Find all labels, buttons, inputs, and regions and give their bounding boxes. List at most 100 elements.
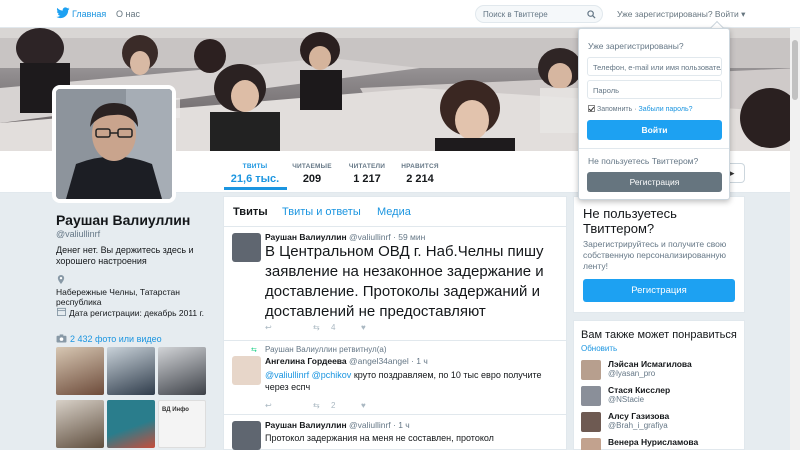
login-link[interactable]: Уже зарегистрированы? Войти ▾: [617, 9, 745, 20]
tweet-avatar[interactable]: [232, 356, 261, 385]
photo-thumb[interactable]: [107, 347, 155, 395]
search-input[interactable]: Поиск в Твиттере: [475, 5, 603, 23]
profile-avatar[interactable]: [52, 85, 176, 203]
register-button[interactable]: Регистрация: [587, 172, 722, 192]
location-icon: [57, 275, 65, 284]
search-icon[interactable]: [587, 10, 596, 19]
tweet-actions: ↩ ⇆ 2 ♥: [265, 401, 415, 411]
photo-thumb[interactable]: [56, 400, 104, 448]
like-icon[interactable]: ♥: [361, 401, 366, 410]
tab-tweets-replies[interactable]: Твиты и ответы: [282, 206, 361, 218]
tweet-author-name[interactable]: Ангелина Гордеева: [265, 356, 347, 366]
forgot-password-link[interactable]: Забыли пароль?: [638, 106, 692, 113]
tweet-meta[interactable]: @valiullinrf · 1 ч: [349, 420, 410, 430]
avatar-photo: [56, 89, 172, 199]
suggested-user[interactable]: Стася Кисслер @NStacie: [581, 385, 741, 411]
who-to-follow-title: Вам также может понравиться: [581, 329, 737, 341]
tweet-avatar[interactable]: [232, 421, 261, 450]
nav-home-link[interactable]: Главная: [72, 9, 106, 19]
stat-followers[interactable]: ЧИТАТЕЛИ 1 217: [346, 163, 388, 185]
tab-tweets[interactable]: Твиты: [233, 206, 268, 218]
scrollbar-thumb[interactable]: [792, 40, 798, 100]
stat-tweets[interactable]: ТВИТЫ 21,6 тыс.: [230, 163, 280, 185]
refresh-link[interactable]: Обновить: [581, 344, 617, 353]
tweet-avatar[interactable]: [232, 233, 261, 262]
active-stat-underline: [224, 187, 287, 190]
stat-following[interactable]: ЧИТАЕМЫЕ 209: [290, 163, 334, 185]
like-icon[interactable]: ♥: [361, 323, 366, 332]
stat-followers-label: ЧИТАТЕЛИ: [348, 163, 386, 170]
stat-following-label: ЧИТАЕМЫЕ: [292, 163, 332, 170]
username-field[interactable]: Телефон, e-mail или имя пользователя: [587, 57, 722, 76]
photos-videos-link[interactable]: 2 432 фото или видео: [70, 334, 162, 344]
stat-following-value: 209: [302, 173, 322, 185]
photo-thumb-caption: ВД Инфо: [162, 407, 189, 413]
retweet-note[interactable]: Раушан Валиуллин ретвитнул(а): [265, 345, 387, 354]
retweet-count: 4: [331, 323, 336, 332]
signup-button[interactable]: Регистрация: [583, 279, 735, 302]
stat-followers-value: 1 217: [353, 173, 381, 185]
tweet-text-block: @valiullinrf @pchikov круто поздравляем,…: [265, 369, 555, 393]
remember-checkbox[interactable]: [588, 105, 595, 112]
retweet-icon[interactable]: ⇆: [313, 323, 320, 332]
search-placeholder: Поиск в Твиттере: [483, 10, 548, 19]
login-dropdown: Уже зарегистрированы? Телефон, e-mail ил…: [578, 28, 730, 200]
tweet-header: Ангелина Гордеева @angel34angel · 1 ч: [265, 356, 428, 366]
tweet-author-name[interactable]: Раушан Валиуллин: [265, 420, 347, 430]
login-dropdown-title: Уже зарегистрированы?: [588, 41, 684, 51]
nav-about-link[interactable]: О нас: [116, 9, 140, 19]
tweet[interactable]: ⇆ Раушан Валиуллин ретвитнул(а) Ангелина…: [224, 341, 566, 415]
tab-media[interactable]: Медиа: [377, 206, 411, 218]
retweet-count: 2: [331, 401, 336, 410]
remember-row: Запомнить · Забыли пароль?: [588, 105, 693, 113]
profile-location: Набережные Челны, Татарстан республика: [56, 287, 180, 307]
retweet-icon[interactable]: ⇆: [313, 401, 320, 410]
suggested-user-name[interactable]: Стася Кисслер: [608, 385, 670, 395]
suggested-user-name[interactable]: Венера Нурисламова: [608, 437, 698, 447]
profile-bio: Денег нет. Вы держитесь здесь и хорошего…: [56, 245, 194, 266]
reply-icon[interactable]: ↩: [265, 401, 272, 410]
tweet[interactable]: Раушан Валиуллин @valiullinrf · 1 ч Прот…: [224, 415, 566, 450]
photo-thumb[interactable]: [107, 400, 155, 448]
dropdown-divider: [579, 148, 729, 149]
timeline: Твиты Твиты и ответы Медиа Раушан Валиул…: [223, 196, 567, 450]
stat-tweets-label: ТВИТЫ: [242, 163, 268, 170]
stat-likes-value: 2 214: [406, 173, 434, 185]
profile-handle[interactable]: @valiullinrf: [56, 229, 100, 239]
photo-thumb[interactable]: [56, 347, 104, 395]
profile-name[interactable]: Раушан Валиуллин: [56, 212, 190, 228]
password-field[interactable]: Пароль: [587, 80, 722, 99]
suggested-user-handle: @NStacie: [608, 395, 645, 404]
photo-thumb[interactable]: [158, 347, 206, 395]
tweet-text: В Центральном ОВД г. Наб.Челны пишу заяв…: [265, 243, 544, 320]
profile-joined-date: Дата регистрации: декабрь 2011 г.: [69, 308, 204, 318]
suggested-user-name[interactable]: Алсу Газизова: [608, 411, 669, 421]
suggested-user-handle: @Brah_i_grafiya: [608, 421, 668, 430]
tweet-header: Раушан Валиуллин @valiullinrf · 1 ч: [265, 420, 410, 430]
avatar[interactable]: [581, 360, 601, 380]
tweet-author-name[interactable]: Раушан Валиуллин: [265, 232, 347, 242]
more-options-button[interactable]: ▸: [729, 163, 745, 183]
suggested-user-name[interactable]: Лэйсан Исмагилова: [608, 359, 692, 369]
suggested-user[interactable]: Алсу Газизова @Brah_i_grafiya: [581, 411, 741, 437]
tweet-meta[interactable]: @valiullinrf · 59 мин: [349, 232, 425, 242]
stat-tweets-value: 21,6 тыс.: [230, 173, 280, 185]
suggested-user[interactable]: Венера Нурисламова: [581, 437, 741, 450]
tweet-meta[interactable]: @angel34angel · 1 ч: [349, 356, 428, 366]
avatar[interactable]: [581, 412, 601, 432]
stat-likes[interactable]: НРАВИТСЯ 2 214: [398, 163, 442, 185]
reply-icon[interactable]: ↩: [265, 323, 272, 332]
twitter-bird-icon[interactable]: [56, 7, 70, 19]
avatar[interactable]: [581, 386, 601, 406]
avatar[interactable]: [581, 438, 601, 450]
remember-label[interactable]: Запомнить: [597, 106, 632, 113]
tweet-mention-link[interactable]: @valiullinrf @pchikov: [265, 370, 351, 380]
login-button[interactable]: Войти: [587, 120, 722, 140]
photo-thumb[interactable]: ВД Инфо: [158, 400, 206, 448]
signup-card-text: Зарегистрируйтесь и получите свою собств…: [583, 239, 727, 271]
suggested-user[interactable]: Лэйсан Исмагилова @lyasan_pro: [581, 359, 741, 385]
tweet-actions: ↩ ⇆ 4 ♥: [265, 323, 415, 333]
stat-likes-label: НРАВИТСЯ: [401, 163, 439, 170]
signup-card-title: Не пользуетесь Твиттером?: [583, 206, 677, 236]
tweet[interactable]: Раушан Валиуллин @valiullinrf · 59 мин В…: [224, 227, 566, 341]
